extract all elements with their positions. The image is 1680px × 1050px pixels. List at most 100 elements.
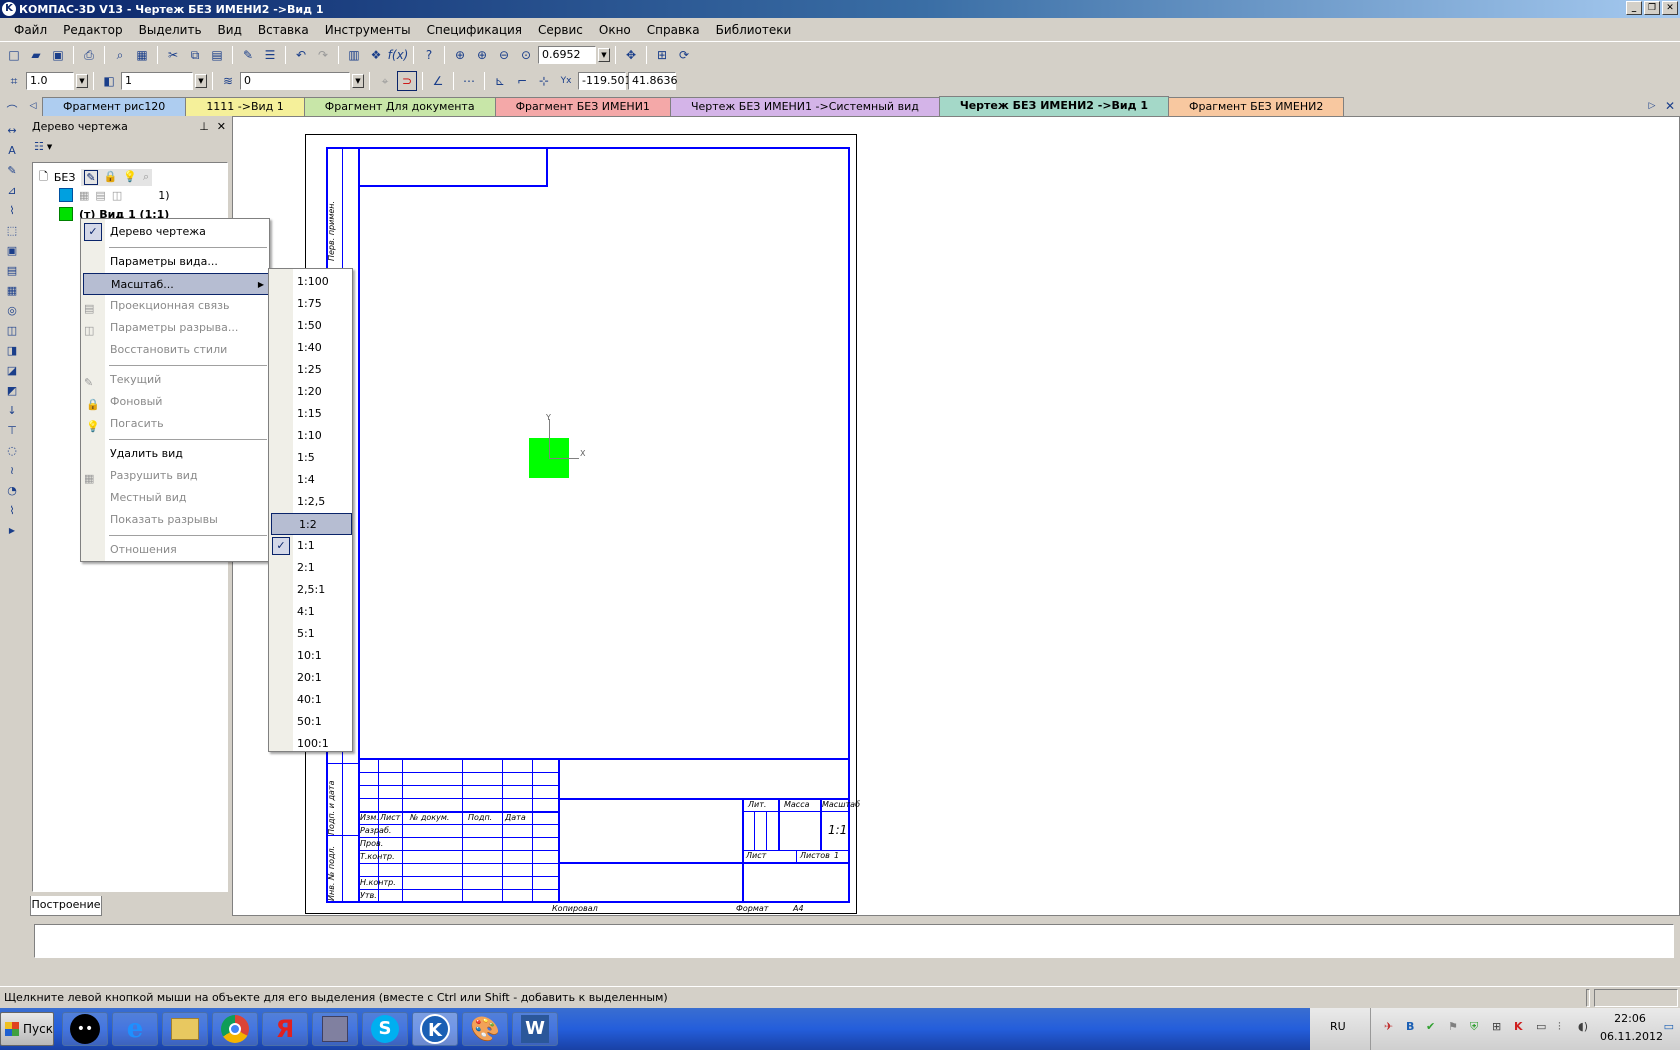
show-desktop-icon[interactable]: ▭ [1664,1020,1674,1033]
properties-icon[interactable]: ▦ [132,45,152,65]
properties-panel[interactable] [34,924,1674,958]
scale-item-1-25[interactable]: 1:25 [269,359,352,381]
detail-view-icon[interactable]: ◌ [2,441,22,459]
menu-libraries[interactable]: Библиотеки [708,18,800,42]
copy-icon[interactable]: ⧉ [185,45,205,65]
tab-drawing-untitled2-view1[interactable]: Чертеж БЕЗ ИМЕНИ2 ->Вид 1 [938,96,1170,116]
clock-time[interactable]: 22:06 [1600,1012,1660,1025]
taskbar-app-kompas[interactable]: K [412,1012,458,1046]
pin-icon[interactable]: ⊥ [199,120,209,133]
preview-icon[interactable]: ⌕ [110,45,130,65]
pan-icon[interactable]: ✥ [621,45,641,65]
round-icon[interactable]: ⊹ [534,71,554,91]
view-icon[interactable]: ◧ [99,71,119,91]
dimensions-icon[interactable]: ↔ [2,121,22,139]
geometry-icon[interactable]: ⌒ [2,101,22,119]
menu-help[interactable]: Справка [639,18,708,42]
tray-monitor-icon[interactable]: ▭ [1536,1020,1546,1033]
menu-item-scale[interactable]: Масштаб... ▶ [83,273,269,295]
scale-item-10-1[interactable]: 10:1 [269,645,352,667]
open-folder-icon[interactable]: ▰ [26,45,46,65]
reports-icon[interactable]: ▦ [2,281,22,299]
tray-signal-icon[interactable]: ⫶ [1558,1020,1561,1034]
tree-root[interactable]: 🗋 БЕЗ ✎ 🔒 💡 ⌕ [39,168,153,187]
taskbar-app-chrome[interactable] [212,1012,258,1046]
refresh-icon[interactable]: ⟳ [674,45,694,65]
scale-item-100-1[interactable]: 100:1 [269,733,352,755]
print-icon[interactable]: ⎙ [79,45,99,65]
projection-view-icon[interactable]: ◩ [2,381,22,399]
taskbar-app-yandex[interactable]: Я [262,1012,308,1046]
tray-volume-icon[interactable]: ◖) [1578,1020,1588,1033]
orthogonal-mode-icon[interactable]: ⌐ [512,71,532,91]
standard-views-icon[interactable]: ◪ [2,361,22,379]
scale-item-5-1[interactable]: 5:1 [269,623,352,645]
tabs-scroll-right-icon[interactable]: ▷ [1644,98,1660,114]
new-document-icon[interactable]: □ [4,45,24,65]
tree-display-mode[interactable]: ☷ ▼ [34,140,52,153]
ortho-icon[interactable]: ⌖ [375,71,395,91]
associative-views-icon[interactable]: ▣ [2,241,22,259]
view-dropdown[interactable]: ▼ [195,74,207,88]
zoom-window-icon[interactable]: ⊕ [450,45,470,65]
scale-item-2-5-1[interactable]: 2,5:1 [269,579,352,601]
scale-item-1-15[interactable]: 1:15 [269,403,352,425]
tab-fragment-ris120[interactable]: Фрагмент рис120 [42,97,187,116]
expand-panel-icon[interactable]: ▶ [2,521,22,539]
tray-network-icon[interactable]: ⊞ [1492,1020,1501,1033]
edit-view-icon[interactable]: ✎ [84,170,98,185]
layer-field[interactable]: 0 [240,72,350,90]
section-icon[interactable]: ⊤ [2,421,22,439]
format-painter-icon[interactable]: ✎ [238,45,258,65]
zoom-dropdown[interactable]: ▼ [598,48,610,62]
local-cut-icon[interactable]: ◔ [2,481,22,499]
tray-antivirus-icon[interactable]: K [1514,1020,1523,1033]
notation-icon[interactable]: A [2,141,22,159]
zoom-field[interactable]: 0.6952 [538,46,596,64]
cut-icon[interactable]: ✂ [163,45,183,65]
tray-check-icon[interactable]: ✔ [1426,1020,1435,1033]
insert-icon[interactable]: ◎ [2,301,22,319]
paste-icon[interactable]: ▤ [207,45,227,65]
tray-app-icon[interactable]: ✈ [1384,1020,1393,1033]
menu-item-delete-view[interactable]: Удалить вид [81,443,269,465]
scale-item-1-2[interactable]: 1:2 [271,513,352,535]
scale-item-1-75[interactable]: 1:75 [269,293,352,315]
menu-window[interactable]: Окно [591,18,639,42]
menu-specification[interactable]: Спецификация [419,18,530,42]
menu-service[interactable]: Сервис [530,18,591,42]
view-props-icon[interactable]: ◫ [2,321,22,339]
scale-item-1-1[interactable]: ✓ 1:1 [269,535,352,557]
grid-icon[interactable]: ⋯ [459,71,479,91]
scale-item-4-1[interactable]: 4:1 [269,601,352,623]
snap-magnet-icon[interactable]: ⊃ [397,71,417,91]
tab-construction[interactable]: Построение [30,896,102,916]
edit-icon[interactable]: ✎ [2,161,22,179]
language-indicator[interactable]: RU [1330,1020,1346,1033]
show-all-icon[interactable]: ⊞ [652,45,672,65]
tabs-scroll-left-icon[interactable]: ◁ [24,98,42,114]
tray-shield-icon[interactable]: ⛨ [1470,1020,1478,1034]
bulb-icon[interactable]: 💡 [123,170,137,185]
coord-x-field[interactable]: -119.501 [578,72,631,90]
tab-drawing-untitled1-system-view[interactable]: Чертеж БЕЗ ИМЕНИ1 ->Системный вид [669,97,940,116]
scale-item-1-40[interactable]: 1:40 [269,337,352,359]
tabs-close-icon[interactable]: ✕ [1662,98,1678,114]
scale-item-1-2-5[interactable]: 1:2,5 [269,491,352,513]
menu-item-view-params[interactable]: Параметры вида... [81,251,269,273]
tab-fragment-for-document[interactable]: Фрагмент Для документа [303,97,496,116]
layer-dropdown[interactable]: ▼ [352,74,364,88]
layer-icon[interactable]: ≋ [218,71,238,91]
zoom-in-icon[interactable]: ⊕ [472,45,492,65]
angle-icon[interactable]: ∠ [428,71,448,91]
library-icon[interactable]: ❖ [366,45,386,65]
break-view-icon[interactable]: ≀ [2,461,22,479]
new-view-icon[interactable]: ◨ [2,341,22,359]
help-pointer-icon[interactable]: ? [419,45,439,65]
scale-item-1-50[interactable]: 1:50 [269,315,352,337]
menu-file[interactable]: Файл [6,18,55,42]
tab-fragment-untitled2[interactable]: Фрагмент БЕЗ ИМЕНИ2 [1168,97,1345,116]
redo-icon[interactable]: ↷ [313,45,333,65]
select-icon[interactable]: ⬚ [2,221,22,239]
scale-item-1-4[interactable]: 1:4 [269,469,352,491]
